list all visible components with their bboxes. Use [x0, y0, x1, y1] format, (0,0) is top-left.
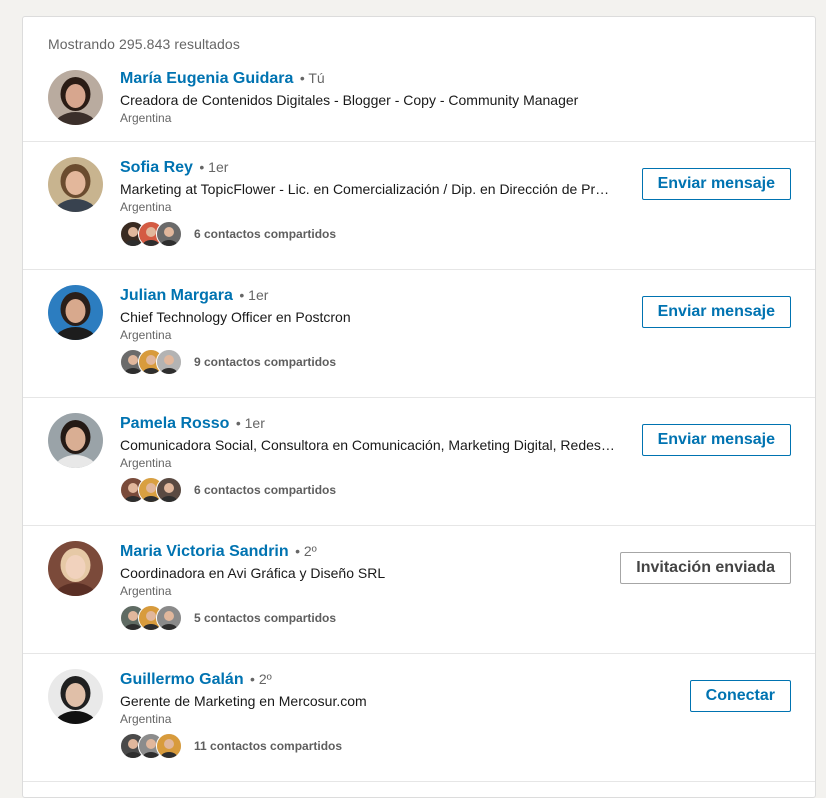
results-count: Mostrando 295.843 resultados	[48, 36, 240, 52]
results-list: María Eugenia Guidara • Tú Creadora de Co…	[23, 67, 815, 782]
profile-location: Argentina	[120, 111, 172, 125]
shared-connection-avatar	[156, 733, 182, 759]
search-result-row: Guillermo Galán • 2º Gerente de Marketing…	[23, 654, 815, 782]
profile-location: Argentina	[120, 200, 172, 214]
shared-connections[interactable]: 9 contactos compartidos	[120, 349, 336, 375]
profile-name-link[interactable]: Maria Victoria Sandrin	[120, 543, 289, 560]
name-line: Sofia Rey • 1er	[120, 156, 620, 179]
profile-location: Argentina	[120, 456, 172, 470]
profile-name-link[interactable]: Julian Margara	[120, 287, 233, 304]
name-line: Pamela Rosso • 1er	[120, 412, 620, 435]
profile-name-link[interactable]: María Eugenia Guidara	[120, 70, 293, 87]
name-line: Julian Margara • 1er	[120, 284, 620, 307]
connection-degree: • Tú	[299, 70, 325, 86]
shared-connections-label: 9 contactos compartidos	[194, 355, 337, 369]
result-info: Sofia Rey • 1er Marketing at TopicFlower …	[120, 156, 620, 215]
profile-headline: Creadora de Contenidos Digitales - Blogg…	[120, 92, 579, 108]
connection-degree: • 1er	[235, 415, 265, 431]
connection-degree: • 2º	[295, 543, 317, 559]
profile-photo[interactable]	[48, 541, 103, 596]
shared-connections-label: 5 contactos compartidos	[194, 611, 337, 625]
profile-name-link[interactable]: Pamela Rosso	[120, 415, 229, 432]
name-line: María Eugenia Guidara • Tú	[120, 67, 620, 90]
shared-connection-avatar	[156, 477, 182, 503]
send-message-button[interactable]: Enviar mensaje	[641, 424, 791, 456]
profile-headline: Comunicadora Social, Consultora en Comun…	[120, 437, 616, 453]
search-result-row: María Eugenia Guidara • Tú Creadora de Co…	[23, 67, 815, 142]
profile-photo[interactable]	[48, 70, 103, 125]
shared-connections[interactable]: 6 contactos compartidos	[120, 221, 336, 247]
send-message-button[interactable]: Enviar mensaje	[641, 296, 791, 328]
result-info: María Eugenia Guidara • Tú Creadora de Co…	[120, 67, 620, 126]
connect-button[interactable]: Conectar	[689, 680, 791, 712]
profile-photo[interactable]	[48, 285, 103, 340]
profile-headline: Gerente de Marketing en Mercosur.com	[120, 693, 367, 709]
profile-name-link[interactable]: Sofia Rey	[120, 159, 193, 176]
invitation-sent-button[interactable]: Invitación enviada	[620, 552, 791, 584]
profile-location: Argentina	[120, 584, 172, 598]
shared-connections[interactable]: 11 contactos compartidos	[120, 733, 342, 759]
shared-connections-facepile	[120, 477, 182, 503]
shared-connections-label: 6 contactos compartidos	[194, 483, 337, 497]
search-result-row: Pamela Rosso • 1er Comunicadora Social, C…	[23, 398, 815, 526]
shared-connections-facepile	[120, 605, 182, 631]
shared-connections[interactable]: 5 contactos compartidos	[120, 605, 336, 631]
name-line: Guillermo Galán • 2º	[120, 668, 620, 691]
search-result-row: Maria Victoria Sandrin • 2º Coordinadora …	[23, 526, 815, 654]
send-message-button[interactable]: Enviar mensaje	[641, 168, 791, 200]
name-line: Maria Victoria Sandrin • 2º	[120, 540, 620, 563]
shared-connections-facepile	[120, 349, 182, 375]
shared-connections-facepile	[120, 733, 182, 759]
shared-connections[interactable]: 6 contactos compartidos	[120, 477, 336, 503]
profile-name-link[interactable]: Guillermo Galán	[120, 671, 244, 688]
shared-connections-facepile	[120, 221, 182, 247]
search-result-row: Sofia Rey • 1er Marketing at TopicFlower …	[23, 142, 815, 270]
profile-headline: Coordinadora en Avi Gráfica y Diseño SRL	[120, 565, 386, 581]
profile-photo[interactable]	[48, 413, 103, 468]
profile-photo[interactable]	[48, 157, 103, 212]
shared-connection-avatar	[156, 221, 182, 247]
connection-degree: • 2º	[250, 671, 272, 687]
shared-connections-label: 6 contactos compartidos	[194, 227, 337, 241]
result-info: Pamela Rosso • 1er Comunicadora Social, C…	[120, 412, 620, 471]
connection-degree: • 1er	[199, 159, 229, 175]
profile-photo[interactable]	[48, 669, 103, 724]
search-result-row: Julian Margara • 1er Chief Technology Off…	[23, 270, 815, 398]
connection-degree: • 1er	[239, 287, 269, 303]
shared-connection-avatar	[156, 605, 182, 631]
shared-connections-label: 11 contactos compartidos	[194, 739, 343, 753]
profile-location: Argentina	[120, 328, 172, 342]
search-results-card: Mostrando 295.843 resultados María Eugen…	[22, 16, 816, 798]
result-info: Julian Margara • 1er Chief Technology Off…	[120, 284, 620, 343]
profile-headline: Chief Technology Officer en Postcron	[120, 309, 351, 325]
result-info: Maria Victoria Sandrin • 2º Coordinadora …	[120, 540, 620, 599]
result-info: Guillermo Galán • 2º Gerente de Marketing…	[120, 668, 620, 727]
profile-headline: Marketing at TopicFlower - Lic. en Comer…	[120, 181, 616, 197]
profile-location: Argentina	[120, 712, 172, 726]
shared-connection-avatar	[156, 349, 182, 375]
